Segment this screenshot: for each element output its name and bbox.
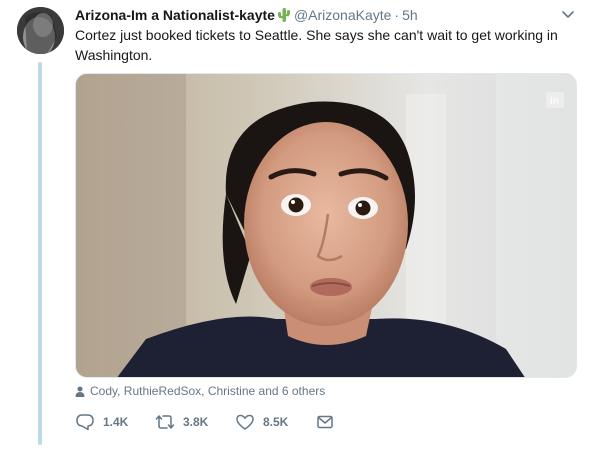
tweet-media[interactable]: In	[75, 73, 577, 378]
media-watermark: In	[550, 96, 559, 107]
reply-icon	[76, 414, 94, 431]
retweet-button[interactable]: 3.8K	[155, 413, 235, 431]
handle[interactable]: @ArizonaKayte	[294, 7, 391, 23]
person-icon	[75, 386, 85, 397]
tweet-header: Arizona-Im a Nationalist-kayte @ArizonaK…	[75, 6, 418, 24]
tweet-actions: 1.4K 3.8K 8.5K	[75, 412, 343, 432]
display-name[interactable]: Arizona-Im a Nationalist-kayte	[75, 7, 275, 23]
avatar[interactable]	[17, 7, 64, 54]
avatar-image	[17, 7, 64, 54]
liked-by-text: Cody, RuthieRedSox, Christine and 6 othe…	[90, 384, 326, 398]
direct-message-button[interactable]	[315, 413, 343, 431]
like-button[interactable]: 8.5K	[235, 413, 315, 431]
heart-icon	[236, 414, 254, 430]
like-count: 8.5K	[263, 415, 289, 429]
liked-by[interactable]: Cody, RuthieRedSox, Christine and 6 othe…	[75, 384, 325, 398]
cactus-icon	[277, 8, 290, 22]
envelope-icon	[317, 415, 333, 429]
timestamp[interactable]: 5h	[402, 7, 418, 23]
chevron-down-icon[interactable]	[560, 6, 576, 22]
media-photo: In	[76, 74, 576, 377]
thread-line	[38, 62, 42, 445]
tweet[interactable]: Arizona-Im a Nationalist-kayte @ArizonaK…	[0, 0, 597, 451]
separator-dot: ·	[394, 7, 400, 23]
retweet-icon	[155, 415, 175, 429]
reply-count: 1.4K	[103, 415, 129, 429]
retweet-count: 3.8K	[183, 415, 209, 429]
reply-button[interactable]: 1.4K	[75, 413, 155, 431]
tweet-text: Cortez just booked tickets to Seattle. S…	[75, 27, 558, 63]
